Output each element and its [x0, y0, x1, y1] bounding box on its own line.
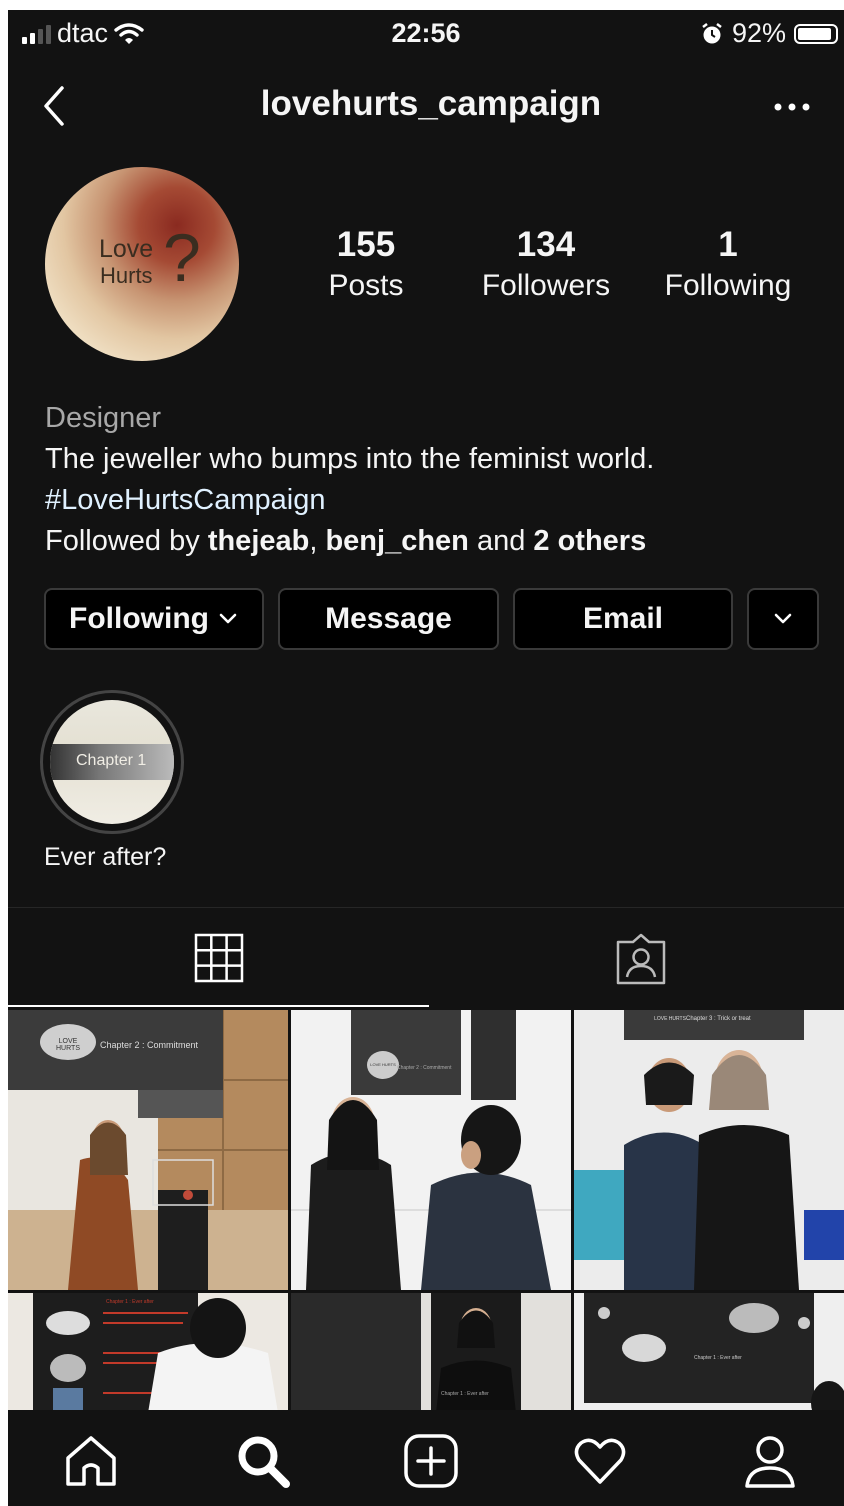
highlight-cover-text: Chapter 1 — [76, 752, 147, 769]
username-title: lovehurts_campaign — [260, 84, 602, 123]
avatar-question-mark: ? — [163, 220, 201, 296]
highlight-cover[interactable]: Chapter 1 — [50, 700, 174, 824]
add-post-icon[interactable] — [402, 1432, 460, 1490]
stat-following-label: Following — [664, 269, 792, 302]
stat-followers-value: 134 — [516, 225, 576, 264]
search-icon[interactable] — [234, 1432, 292, 1490]
post-thumbnail[interactable]: Chapter 2 : Commitment LOVE HURTS — [291, 1010, 571, 1290]
chevron-down-icon — [774, 613, 792, 624]
active-tab-indicator — [8, 1005, 429, 1007]
profile-category: Designer — [45, 402, 162, 434]
avatar[interactable]: Love Hurts ? — [45, 167, 239, 361]
post-badge: LOVE HURTS — [56, 1038, 80, 1052]
profile-bio: Designer The jeweller who bumps into the… — [45, 398, 825, 562]
avatar-text-hurts: Hurts — [100, 263, 153, 288]
post-thumbnail[interactable]: Chapter 3 : Trick or treat LOVE HURTS — [574, 1010, 844, 1290]
bio-text: The jeweller who bumps into the feminist… — [45, 443, 655, 475]
alarm-icon — [702, 22, 722, 43]
suggested-accounts-button[interactable] — [747, 588, 819, 650]
post-caption: Chapter 1 : Ever after — [106, 1299, 154, 1305]
grid-icon[interactable] — [194, 933, 244, 983]
post-caption: Chapter 1 : Ever after — [441, 1391, 489, 1397]
post-badge: LOVE HURTS — [370, 1062, 396, 1067]
following-button[interactable]: Following — [44, 588, 264, 650]
profile-header: lovehurts_campaign — [8, 70, 844, 140]
home-icon[interactable] — [62, 1432, 120, 1490]
profile-screen: dtac 22:56 92% lovehurts_campaign Love H… — [8, 10, 844, 1506]
post-caption: Chapter 3 : Trick or treat — [686, 1016, 751, 1022]
stat-posts[interactable]: 155 Posts — [308, 225, 424, 303]
followed-by-prefix: Followed by — [45, 525, 208, 557]
bio-hashtag-link[interactable]: #LoveHurtsCampaign — [45, 480, 825, 521]
followed-and: and — [468, 525, 534, 557]
message-button[interactable]: Message — [278, 588, 499, 650]
stat-posts-value: 155 — [336, 225, 396, 264]
post-badge: LOVE HURTS — [654, 1016, 686, 1022]
email-button[interactable]: Email — [513, 588, 733, 650]
bottom-navigation — [8, 1410, 844, 1506]
stat-followers[interactable]: 134 Followers — [474, 225, 618, 303]
stat-following-value: 1 — [718, 225, 738, 264]
post-thumbnail[interactable]: Chapter 2 : Commitment LOVE HURTS — [8, 1010, 288, 1290]
stat-followers-label: Followers — [481, 269, 611, 302]
followed-others: 2 others — [533, 525, 647, 557]
battery-percent: 92% — [731, 18, 786, 48]
message-button-label: Message — [325, 602, 452, 635]
highlight-label[interactable]: Ever after? — [44, 843, 166, 872]
tabs-divider — [8, 907, 844, 908]
status-right: 92% — [700, 18, 838, 49]
email-button-label: Email — [582, 602, 664, 635]
status-bar: dtac 22:56 92% — [8, 10, 844, 58]
post-caption: Chapter 2 : Commitment — [397, 1065, 452, 1071]
followed-by[interactable]: Followed by thejeab, benj_chen and 2 oth… — [45, 521, 825, 562]
followed-user-2: benj_chen — [325, 525, 469, 557]
battery-icon — [794, 23, 838, 44]
stat-posts-label: Posts — [328, 269, 404, 302]
heart-icon[interactable] — [571, 1432, 629, 1490]
tagged-person-icon[interactable] — [614, 932, 668, 986]
followed-user-1: thejeab — [207, 525, 310, 557]
more-horizontal-icon[interactable] — [770, 92, 814, 122]
following-button-label: Following — [69, 602, 209, 635]
chevron-down-icon — [219, 613, 237, 624]
stat-following[interactable]: 1 Following — [656, 225, 800, 303]
followed-sep: , — [309, 525, 326, 557]
post-caption: Chapter 1 : Ever after — [694, 1355, 742, 1361]
profile-icon[interactable] — [741, 1432, 799, 1490]
post-caption: Chapter 2 : Commitment — [100, 1040, 199, 1050]
avatar-text-love: Love — [99, 235, 154, 263]
